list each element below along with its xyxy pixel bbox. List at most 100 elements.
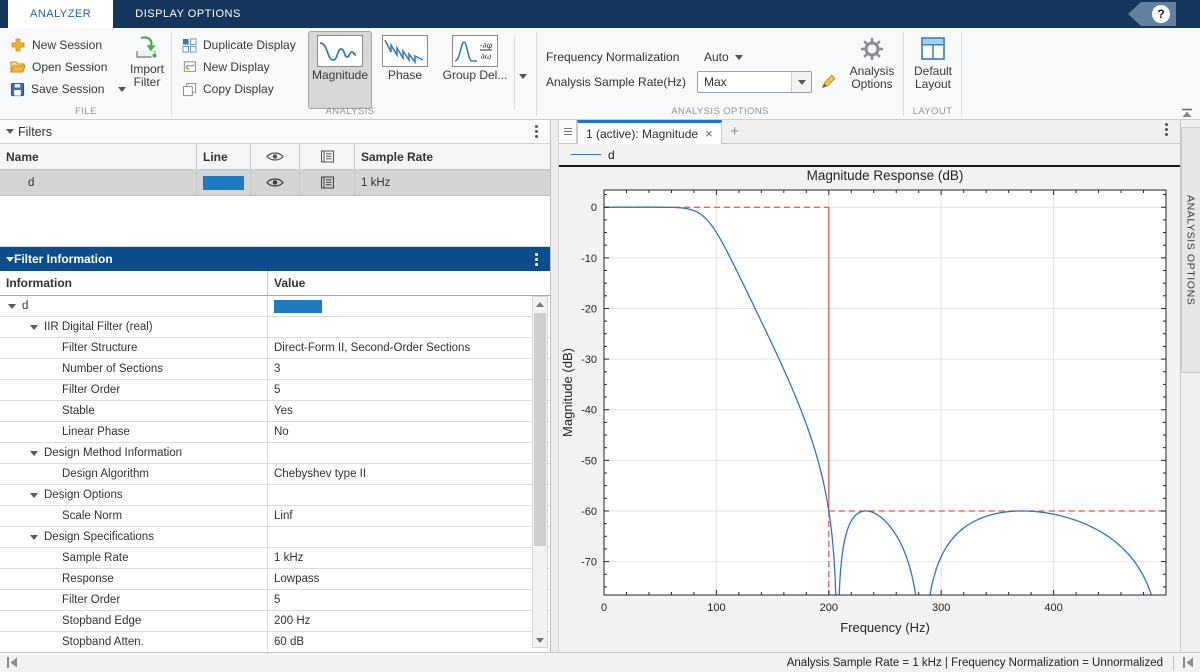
info-value bbox=[268, 317, 550, 337]
left-panel: Filters Name Line Sample Rate d bbox=[0, 120, 551, 652]
info-row[interactable]: StableYes bbox=[0, 401, 550, 422]
filter-line-swatch[interactable] bbox=[203, 176, 244, 190]
info-value: 60 dB bbox=[268, 632, 550, 652]
column-annotation bbox=[300, 144, 355, 169]
analysis-sample-rate-value: Max bbox=[698, 75, 791, 89]
import-filter-button[interactable]: ImportFilter bbox=[122, 31, 172, 109]
info-label: IIR Digital Filter (real) bbox=[44, 321, 153, 333]
import-icon bbox=[134, 35, 160, 61]
filter-visibility-toggle[interactable] bbox=[251, 170, 300, 195]
filter-information-menu-button[interactable] bbox=[528, 250, 544, 268]
info-row[interactable]: Stopband Atten. 60 dB bbox=[0, 632, 550, 652]
help-button[interactable]: ? bbox=[1152, 5, 1170, 23]
tab-display-options[interactable]: DISPLAY OPTIONS bbox=[113, 0, 263, 28]
info-value: 1 kHz bbox=[268, 548, 550, 568]
collapse-ribbon-button[interactable] bbox=[1181, 107, 1193, 117]
close-tab-icon[interactable]: × bbox=[705, 126, 713, 141]
analysis-options-side-tab-label: ANALYSIS OPTIONS bbox=[1185, 195, 1197, 305]
info-row[interactable]: IIR Digital Filter (real) bbox=[0, 317, 550, 338]
info-row[interactable]: Filter StructureDirect-Form II, Second-O… bbox=[0, 338, 550, 359]
figure-area: 01002003004000-10-20-30-40-50-60-70Magni… bbox=[559, 167, 1180, 652]
save-session-label: Save Session bbox=[31, 82, 104, 96]
expand-arrow-icon[interactable] bbox=[30, 535, 38, 540]
scrollbar-thumb[interactable] bbox=[534, 313, 546, 546]
info-value: 200 Hz bbox=[268, 611, 550, 631]
collapse-left-panel-button[interactable] bbox=[6, 657, 19, 668]
info-label: Stopband Edge bbox=[62, 615, 141, 627]
expand-arrow-icon[interactable] bbox=[30, 493, 38, 498]
collapse-filter-information-icon[interactable] bbox=[6, 257, 14, 262]
info-row[interactable]: Sample Rate1 kHz bbox=[0, 548, 550, 569]
filter-annotation-button[interactable] bbox=[300, 170, 355, 195]
scroll-up-button[interactable] bbox=[533, 297, 547, 311]
analysis-gallery-dropdown[interactable] bbox=[519, 68, 527, 82]
info-row[interactable]: Design Specifications bbox=[0, 527, 550, 548]
display-tab-magnitude[interactable]: 1 (active): Magnitude × bbox=[577, 120, 722, 144]
svg-text:∂ω: ∂ω bbox=[481, 52, 492, 61]
panel-splitter[interactable] bbox=[551, 120, 559, 652]
new-session-button[interactable]: New Session bbox=[6, 34, 106, 56]
display-menu-button[interactable] bbox=[1156, 120, 1176, 138]
new-display-tab-button[interactable]: + bbox=[722, 120, 748, 143]
collapse-filters-icon[interactable] bbox=[6, 129, 14, 134]
new-display-label: New Display bbox=[203, 60, 270, 74]
svg-text:300: 300 bbox=[932, 602, 950, 614]
info-row[interactable]: Stopband Edge 200 Hz bbox=[0, 611, 550, 632]
save-session-button[interactable]: Save Session bbox=[6, 78, 130, 100]
info-row[interactable]: Filter Order5 bbox=[0, 590, 550, 611]
svg-text:-∂φ: -∂φ bbox=[480, 41, 493, 50]
info-label: Stopband Atten. bbox=[62, 636, 144, 648]
filters-menu-button[interactable] bbox=[528, 123, 544, 141]
scroll-down-button[interactable] bbox=[533, 633, 547, 647]
expand-arrow-icon[interactable] bbox=[8, 304, 16, 309]
pencil-icon bbox=[820, 73, 837, 90]
filter-row-d[interactable]: d 1 kHz bbox=[0, 170, 550, 196]
duplicate-display-button[interactable]: Duplicate Display bbox=[178, 34, 300, 56]
group-delay-analysis-button[interactable]: -∂φ ∂ω Group Del... bbox=[438, 31, 512, 109]
expand-arrow-icon[interactable] bbox=[30, 451, 38, 456]
phase-analysis-button[interactable]: Phase bbox=[376, 31, 434, 109]
info-row[interactable]: Filter Order5 bbox=[0, 380, 550, 401]
tab-grip-button[interactable] bbox=[559, 120, 577, 143]
info-label: Response bbox=[62, 573, 114, 585]
info-row[interactable]: Number of Sections3 bbox=[0, 359, 550, 380]
info-row[interactable]: Design Method Information bbox=[0, 443, 550, 464]
frequency-normalization-label: Frequency Normalization bbox=[546, 50, 679, 64]
info-row[interactable]: Design AlgorithmChebyshev type II bbox=[0, 464, 550, 485]
filters-panel-header[interactable]: Filters bbox=[0, 120, 550, 144]
analysis-sample-rate-combobox[interactable]: Max bbox=[697, 71, 812, 93]
info-row[interactable]: Scale NormLinf bbox=[0, 506, 550, 527]
info-label: Filter Structure bbox=[62, 342, 137, 354]
info-row[interactable]: d bbox=[0, 296, 550, 317]
info-value: Chebyshev type II bbox=[268, 464, 550, 484]
collapse-left-icon bbox=[6, 657, 18, 668]
filter-line-cell[interactable] bbox=[197, 170, 251, 195]
filter-info-scrollbar[interactable] bbox=[532, 296, 548, 648]
folder-icon bbox=[10, 59, 26, 75]
info-row[interactable]: Linear PhaseNo bbox=[0, 422, 550, 443]
combobox-dropdown-button[interactable] bbox=[791, 72, 811, 92]
info-row[interactable]: Design Options bbox=[0, 485, 550, 506]
info-row[interactable]: ResponseLowpass bbox=[0, 569, 550, 590]
frequency-normalization-dropdown[interactable]: Auto bbox=[700, 46, 747, 68]
column-name: Name bbox=[0, 144, 197, 169]
svg-text:200: 200 bbox=[820, 602, 838, 614]
svg-text:-60: -60 bbox=[581, 506, 597, 518]
new-display-button[interactable]: New Display bbox=[178, 56, 274, 78]
default-layout-button[interactable]: DefaultLayout bbox=[908, 31, 958, 109]
svg-text:-10: -10 bbox=[581, 253, 597, 265]
filter-information-header[interactable]: Filter Information bbox=[0, 247, 550, 271]
magnitude-response-plot[interactable]: 01002003004000-10-20-30-40-50-60-70Magni… bbox=[559, 167, 1180, 649]
copy-display-icon bbox=[182, 82, 197, 97]
analysis-options-button-label: AnalysisOptions bbox=[850, 65, 895, 91]
collapse-right-panel-button[interactable] bbox=[1182, 657, 1195, 668]
copy-display-button[interactable]: Copy Display bbox=[178, 78, 278, 100]
edit-sample-rate-button[interactable] bbox=[820, 73, 837, 93]
expand-arrow-icon[interactable] bbox=[30, 325, 38, 330]
tab-analyzer[interactable]: ANALYZER bbox=[8, 0, 113, 28]
analysis-options-side-tab[interactable]: ANALYSIS OPTIONS bbox=[1181, 127, 1200, 373]
info-label: Design Options bbox=[44, 489, 123, 501]
magnitude-analysis-button[interactable]: Magnitude bbox=[308, 31, 372, 109]
open-session-button[interactable]: Open Session bbox=[6, 56, 111, 78]
analysis-options-button[interactable]: AnalysisOptions bbox=[843, 31, 901, 109]
